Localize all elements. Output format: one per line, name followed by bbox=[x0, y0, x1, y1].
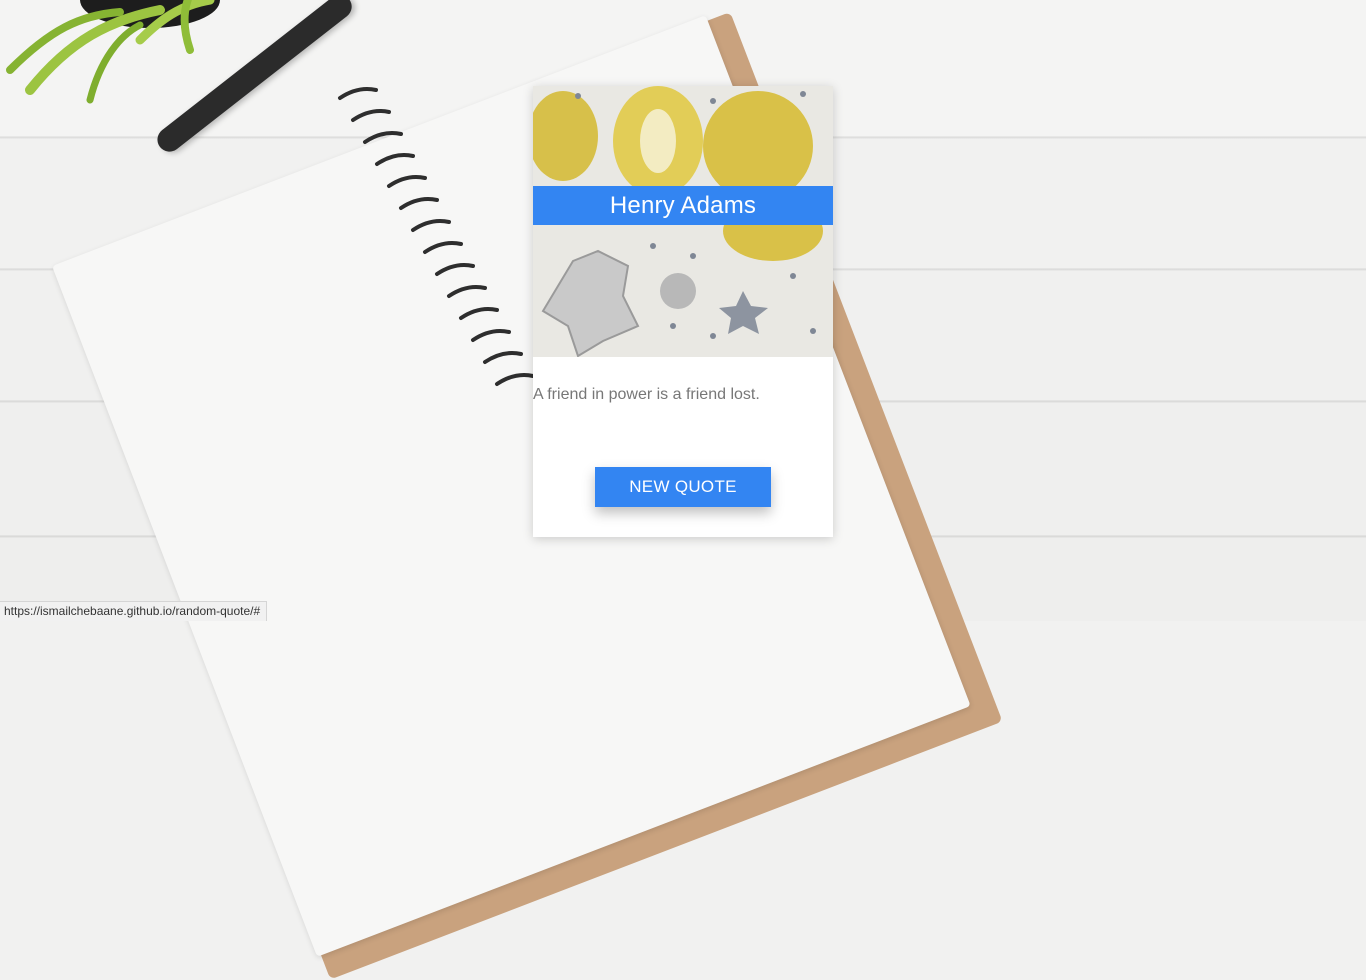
new-quote-button[interactable]: NEW QUOTE bbox=[595, 467, 771, 507]
quote-text: A friend in power is a friend lost. bbox=[533, 386, 760, 403]
author-name: Henry Adams bbox=[533, 186, 833, 225]
quote-card: Henry Adams A friend in power is a frien… bbox=[533, 86, 833, 537]
notebook-rings bbox=[338, 87, 535, 386]
status-bar-url: https://ismailchebaane.github.io/random-… bbox=[0, 601, 268, 621]
